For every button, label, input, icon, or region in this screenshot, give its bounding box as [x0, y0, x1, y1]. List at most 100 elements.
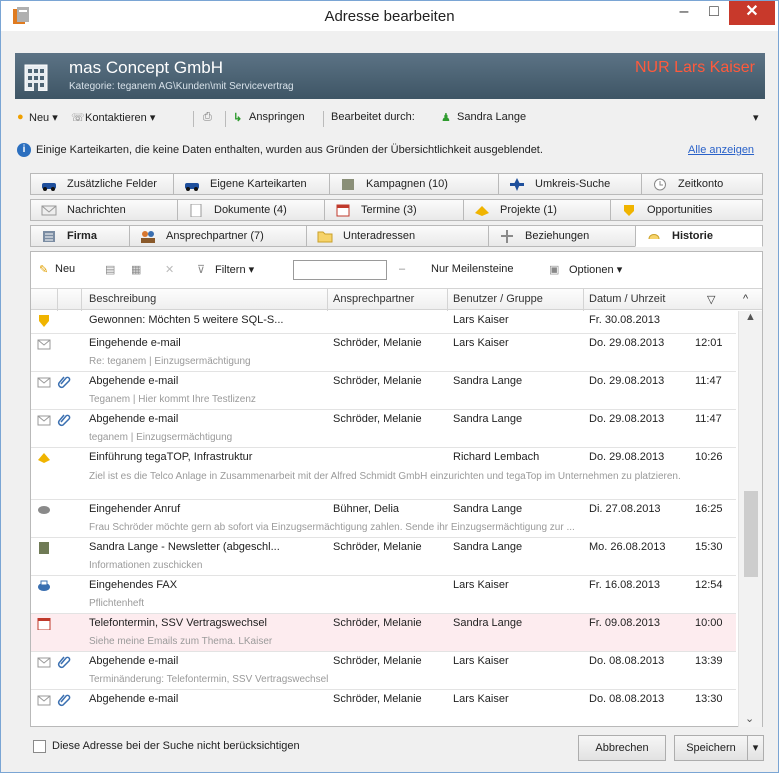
- row-subject: Siehe meine Emails zum Thema. LKaiser: [89, 636, 273, 647]
- filter-button[interactable]: Filtern ▾: [215, 263, 254, 276]
- table-row[interactable]: Eingehende e-mail Schröder, Melanie Lars…: [31, 334, 736, 372]
- title-bar: Adresse bearbeiten – □ ✕: [1, 1, 778, 31]
- new-entry-icon: ✎: [39, 264, 49, 276]
- row-user: Sandra Lange: [453, 503, 523, 515]
- column-divider: [327, 289, 328, 311]
- scroll-down-icon[interactable]: ⌄: [745, 712, 754, 725]
- row-date: Do. 08.08.2013: [589, 655, 665, 667]
- tab-company[interactable]: Firma: [30, 225, 130, 247]
- row-date: Fr. 09.08.2013: [589, 617, 660, 629]
- attachment-icon: [57, 376, 71, 389]
- jump-button[interactable]: Anspringen: [249, 111, 305, 123]
- milestones-toggle[interactable]: Nur Meilensteine: [431, 263, 514, 275]
- row-date: Do. 29.08.2013: [589, 413, 665, 425]
- table-row[interactable]: Abgehende e-mail Schröder, Melanie Sandr…: [31, 372, 736, 410]
- row-time: 15:30: [695, 541, 723, 553]
- table-row[interactable]: Abgehende e-mail Schröder, Melanie Lars …: [31, 652, 736, 690]
- email-out-icon: [37, 415, 51, 426]
- row-description: Eingehende e-mail: [89, 337, 181, 349]
- tab-label: Zusätzliche Felder: [67, 178, 157, 190]
- edit-address-window: Adresse bearbeiten – □ ✕ mas Concept Gmb…: [0, 0, 779, 773]
- save-dropdown-button[interactable]: ▾: [747, 735, 764, 761]
- preview-icon[interactable]: ▤: [105, 263, 115, 276]
- row-contact: Schröder, Melanie: [333, 655, 422, 667]
- toolbar-overflow-button[interactable]: ▾: [753, 111, 759, 124]
- document-icon: [190, 204, 202, 217]
- address-header: mas Concept GmbH Kategorie: teganem AG\K…: [15, 53, 765, 99]
- ignore-in-search-checkbox[interactable]: [33, 740, 46, 753]
- vertical-scrollbar[interactable]: ▲ ⌄: [738, 311, 762, 727]
- table-row[interactable]: Einführung tegaTOP, Infrastruktur Richar…: [31, 448, 736, 500]
- history-list[interactable]: Gewonnen: Möchten 5 weitere SQL-S... Lar…: [31, 311, 736, 727]
- tab-opportunities[interactable]: Opportunities: [610, 199, 763, 221]
- row-user: Lars Kaiser: [453, 579, 509, 591]
- building-icon: [24, 64, 48, 91]
- row-contact: Schröder, Melanie: [333, 413, 422, 425]
- tab-custom-fields[interactable]: Zusätzliche Felder: [30, 173, 174, 195]
- row-user: Lars Kaiser: [453, 314, 509, 326]
- tab-own-cards[interactable]: Eigene Karteikarten: [173, 173, 330, 195]
- tab-time-account[interactable]: Zeitkonto: [641, 173, 763, 195]
- compass-icon: [510, 178, 524, 191]
- tab-documents[interactable]: Dokumente (4): [177, 199, 325, 221]
- tab-strip: Zusätzliche Felder Eigene Karteikarten K…: [30, 173, 763, 251]
- phone-call-icon: [38, 506, 50, 514]
- show-all-link[interactable]: Alle anzeigen: [688, 144, 754, 156]
- tab-sub-addresses[interactable]: Unteradressen: [306, 225, 489, 247]
- column-date[interactable]: Datum / Uhrzeit: [589, 293, 665, 305]
- contact-button[interactable]: Kontaktieren ▾: [85, 111, 155, 124]
- tab-history[interactable]: Historie: [635, 225, 763, 247]
- scroll-up-arrow[interactable]: ^: [743, 293, 748, 305]
- column-contact[interactable]: Ansprechpartner: [333, 293, 414, 305]
- history-icon: [648, 234, 660, 240]
- sort-filter-icon[interactable]: ▽: [707, 293, 715, 306]
- close-button[interactable]: ✕: [729, 1, 775, 25]
- minimize-button[interactable]: –: [669, 1, 699, 25]
- tab-label: Nachrichten: [67, 204, 126, 216]
- column-description[interactable]: Beschreibung: [89, 293, 156, 305]
- scroll-up-button[interactable]: ▲: [745, 311, 756, 323]
- row-date: Fr. 16.08.2013: [589, 579, 660, 591]
- scroll-thumb[interactable]: [744, 491, 758, 577]
- row-date: Mo. 26.08.2013: [589, 541, 666, 553]
- table-row[interactable]: Eingehendes FAX Lars Kaiser Fr. 16.08.20…: [31, 576, 736, 614]
- print-icon[interactable]: ⎙: [203, 111, 212, 124]
- column-user[interactable]: Benutzer / Gruppe: [453, 293, 543, 305]
- save-button[interactable]: Speichern: [674, 735, 748, 761]
- filter-input[interactable]: [293, 260, 387, 280]
- cancel-button[interactable]: Abbrechen: [578, 735, 666, 761]
- campaign-icon: [342, 179, 354, 190]
- table-row[interactable]: Telefontermin, SSV Vertragswechsel Schrö…: [31, 614, 736, 652]
- email-in-icon: [37, 339, 51, 350]
- row-description: Sandra Lange - Newsletter (abgeschl...: [89, 541, 280, 553]
- delete-icon[interactable]: ✕: [165, 263, 174, 276]
- tab-messages[interactable]: Nachrichten: [30, 199, 178, 221]
- export-icon[interactable]: ▦: [131, 263, 141, 276]
- tab-relations[interactable]: Beziehungen: [488, 225, 636, 247]
- row-time: 13:39: [695, 655, 723, 667]
- tab-campaigns[interactable]: Kampagnen (10): [329, 173, 499, 195]
- table-row[interactable]: Eingehender Anruf Bühner, Delia Sandra L…: [31, 500, 736, 538]
- options-button[interactable]: Optionen ▾: [569, 263, 622, 276]
- new-button[interactable]: Neu ▾: [29, 111, 58, 124]
- tab-radius-search[interactable]: Umkreis-Suche: [498, 173, 642, 195]
- column-divider: [57, 289, 58, 311]
- tab-label: Eigene Karteikarten: [210, 178, 307, 190]
- maximize-button[interactable]: □: [699, 1, 729, 25]
- table-row[interactable]: Abgehende e-mail Schröder, Melanie Sandr…: [31, 410, 736, 448]
- tab-contacts[interactable]: Ansprechpartner (7): [129, 225, 307, 247]
- tab-appointments[interactable]: Termine (3): [324, 199, 464, 221]
- column-divider: [81, 289, 82, 311]
- row-date: Do. 29.08.2013: [589, 337, 665, 349]
- table-row[interactable]: Abgehende e-mail Schröder, Melanie Lars …: [31, 690, 736, 727]
- row-user: Richard Lembach: [453, 451, 540, 463]
- row-contact: Schröder, Melanie: [333, 375, 422, 387]
- new-entry-button[interactable]: Neu: [55, 263, 75, 275]
- table-row[interactable]: Sandra Lange - Newsletter (abgeschl... S…: [31, 538, 736, 576]
- tab-label: Firma: [67, 230, 97, 242]
- table-row[interactable]: Gewonnen: Möchten 5 weitere SQL-S... Lar…: [31, 311, 736, 334]
- clear-filter-button[interactable]: –: [399, 263, 405, 275]
- tab-projects[interactable]: Projekte (1): [463, 199, 611, 221]
- tab-label: Unteradressen: [343, 230, 416, 242]
- row-user: Lars Kaiser: [453, 655, 509, 667]
